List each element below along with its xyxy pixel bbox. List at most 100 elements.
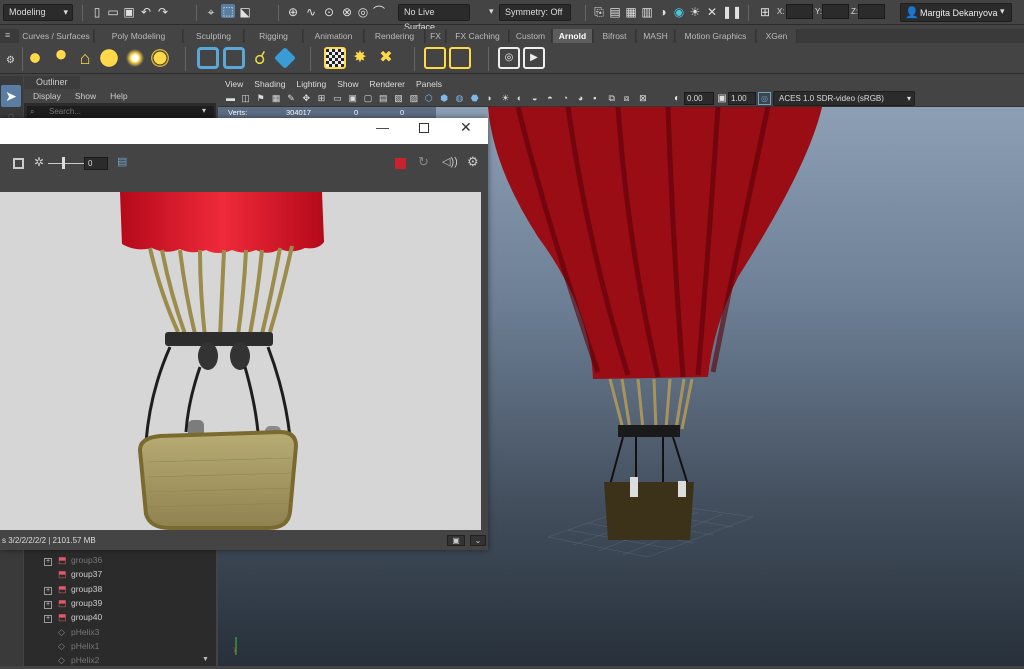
exposure-field[interactable]: 0.00 <box>684 92 714 105</box>
shelf-tab-rendering[interactable]: Rendering <box>365 29 425 43</box>
pause-icon[interactable]: ❚❚ <box>722 5 742 19</box>
light-editor-icon[interactable] <box>424 47 446 69</box>
exposure-slider-handle[interactable] <box>62 157 65 169</box>
anti-aliasing-icon[interactable]: ◔ <box>563 93 568 103</box>
outliner-item[interactable]: ◇ pHelix3 <box>44 625 99 639</box>
undo-icon[interactable]: ↶ <box>139 5 153 19</box>
region-icon[interactable] <box>13 158 24 169</box>
wireframe-on-shaded-icon[interactable]: ⬣ <box>471 93 479 104</box>
mesh-light-icon[interactable] <box>124 47 146 69</box>
camera-icon[interactable]: ▬ <box>226 93 235 103</box>
shelf-settings-icon[interactable]: ⚙ <box>6 55 15 66</box>
film-gate-icon[interactable]: ▭ <box>333 93 342 104</box>
tx-manager-icon[interactable]: ✸ <box>349 47 371 69</box>
outliner-menu-help[interactable]: Help <box>110 91 127 101</box>
snap-grid-icon[interactable]: ⊕ <box>286 5 300 19</box>
snap-point-icon[interactable]: ⊙ <box>322 5 336 19</box>
ipr-play-icon[interactable]: ▶ <box>523 47 545 69</box>
shelf-tab-poly-modeling[interactable]: Poly Modeling <box>95 29 183 43</box>
use-all-lights-icon[interactable]: ☀ <box>501 93 509 104</box>
open-scene-icon[interactable]: ▭ <box>106 5 120 19</box>
export-ass-icon[interactable] <box>274 47 296 69</box>
viewport-menu-panels[interactable]: Panels <box>416 79 442 89</box>
smooth-shade-icon[interactable]: ⬢ <box>440 93 448 104</box>
x-field[interactable] <box>786 4 813 19</box>
light-manager-icon[interactable] <box>449 47 471 69</box>
depth-of-field-icon[interactable]: ◕ <box>578 93 583 103</box>
render-view-icon[interactable]: ◎ <box>498 47 520 69</box>
close-icon[interactable]: ✕ <box>460 119 472 136</box>
x-ray-icon[interactable]: ⧉ <box>609 93 615 104</box>
shelf-tab-fx[interactable]: FX <box>426 29 446 43</box>
outliner-item[interactable]: + ⬒ group38 <box>44 582 102 596</box>
refresh-icon[interactable]: ✲ <box>34 155 44 169</box>
shelf-tab-xgen[interactable]: XGen <box>757 29 797 43</box>
shadows-icon[interactable]: ◐ <box>517 93 522 103</box>
shelf-tab-animation[interactable]: Animation <box>304 29 364 43</box>
z-field[interactable] <box>858 4 885 19</box>
grid-icon[interactable]: ⊞ <box>318 93 326 104</box>
safe-action-icon[interactable]: ▧ <box>394 93 403 104</box>
outliner-item[interactable]: + ⬒ group39 <box>44 596 102 610</box>
minimize-icon[interactable]: — <box>376 120 389 135</box>
gamma-field[interactable]: 1.00 <box>728 92 756 105</box>
backface-icon[interactable]: ⊠ <box>639 93 647 104</box>
outliner-tab[interactable]: Outliner <box>24 76 80 89</box>
outliner-item[interactable]: + ⬒ group40 <box>44 610 102 624</box>
shelf-tab-curves-surfaces[interactable]: Curves / Surfaces <box>19 29 94 43</box>
exposure-value-field[interactable]: 0 <box>84 157 108 170</box>
scroll-down-icon[interactable]: ▼ <box>202 656 209 663</box>
camera-attributes-icon[interactable]: ◫ <box>241 93 250 104</box>
x-ray-joints-icon[interactable]: ⧈ <box>624 93 630 104</box>
shelf-tab-sculpting[interactable]: Sculpting <box>184 29 244 43</box>
outliner-item[interactable]: ⬒ group37 <box>44 567 102 581</box>
skydome-light-icon[interactable] <box>98 47 120 69</box>
shelf-tab-motion-graphics[interactable]: Motion Graphics <box>676 29 756 43</box>
render-image[interactable] <box>0 192 481 530</box>
transform-mode-icon[interactable]: ⊞ <box>758 5 772 19</box>
expand-icon[interactable]: + <box>44 615 52 624</box>
bookmark-icon[interactable]: ⚑ <box>257 93 265 104</box>
rerender-icon[interactable]: ↻ <box>418 154 429 170</box>
display-settings-icon[interactable]: ▤ <box>117 155 127 168</box>
chevron-down-icon[interactable]: ⌄ <box>470 535 486 546</box>
shelf-tab-arnold[interactable]: Arnold <box>553 29 593 43</box>
outliner-item[interactable]: + ⬒ group36 <box>44 553 102 567</box>
photometric-light-icon[interactable] <box>149 47 171 69</box>
motion-blur-icon[interactable]: ◓ <box>547 93 552 103</box>
point-light-icon[interactable] <box>24 47 46 69</box>
viewport-menu-show[interactable]: Show <box>337 79 358 89</box>
shelf-options-icon[interactable]: ≡ <box>5 30 10 40</box>
gate-mask-icon[interactable]: ▢ <box>364 93 373 104</box>
quad-light-icon[interactable] <box>50 47 72 69</box>
ipr-stream-icon[interactable]: ◁)) <box>442 155 458 168</box>
spot-light-icon[interactable]: ⌂ <box>74 47 96 69</box>
outliner-search-input[interactable]: ⌕ Search... ▾ <box>27 106 214 118</box>
select-component-icon[interactable]: ⬕ <box>238 5 252 19</box>
render-frame-icon[interactable]: ▤ <box>608 5 622 19</box>
field-chart-icon[interactable]: ▤ <box>379 93 388 104</box>
expand-icon[interactable]: + <box>44 600 52 609</box>
select-tool-icon[interactable]: ➤ <box>1 85 21 107</box>
arnold-render-icon[interactable]: ◉ <box>672 5 686 19</box>
2d-pan-icon[interactable]: ✥ <box>303 93 311 104</box>
default-material-icon[interactable]: ◍ <box>456 93 464 104</box>
viewport-menu-lighting[interactable]: Lighting <box>296 79 326 89</box>
viewport-menu-renderer[interactable]: Renderer <box>370 79 405 89</box>
exposure-slider[interactable] <box>48 163 84 164</box>
select-object-icon[interactable]: ⬚ <box>221 4 235 18</box>
resolution-gate-icon[interactable]: ▣ <box>348 93 357 104</box>
light-editor-icon[interactable]: ☀ <box>688 5 702 19</box>
menu-set-select[interactable]: Modeling ▾ <box>3 4 73 21</box>
view-transform-select[interactable]: ACES 1.0 SDR-video (sRGB) ▾ <box>773 91 915 106</box>
ipr-render-icon[interactable]: ▦ <box>624 5 638 19</box>
settings-gear-icon[interactable]: ⚙ <box>467 154 479 170</box>
shelf-tab-custom[interactable]: Custom <box>510 29 552 43</box>
image-plane-icon[interactable]: ▦ <box>272 93 281 104</box>
viewport-menu-view[interactable]: View <box>225 79 243 89</box>
arnold-rv-icon[interactable]: ✕ <box>705 5 719 19</box>
outliner-menu-show[interactable]: Show <box>75 91 96 101</box>
snap-surface-icon[interactable]: ◎ <box>356 5 370 19</box>
select-hierarchy-icon[interactable]: ⌖ <box>204 5 218 19</box>
shelf-tab-mash[interactable]: MASH <box>637 29 675 43</box>
